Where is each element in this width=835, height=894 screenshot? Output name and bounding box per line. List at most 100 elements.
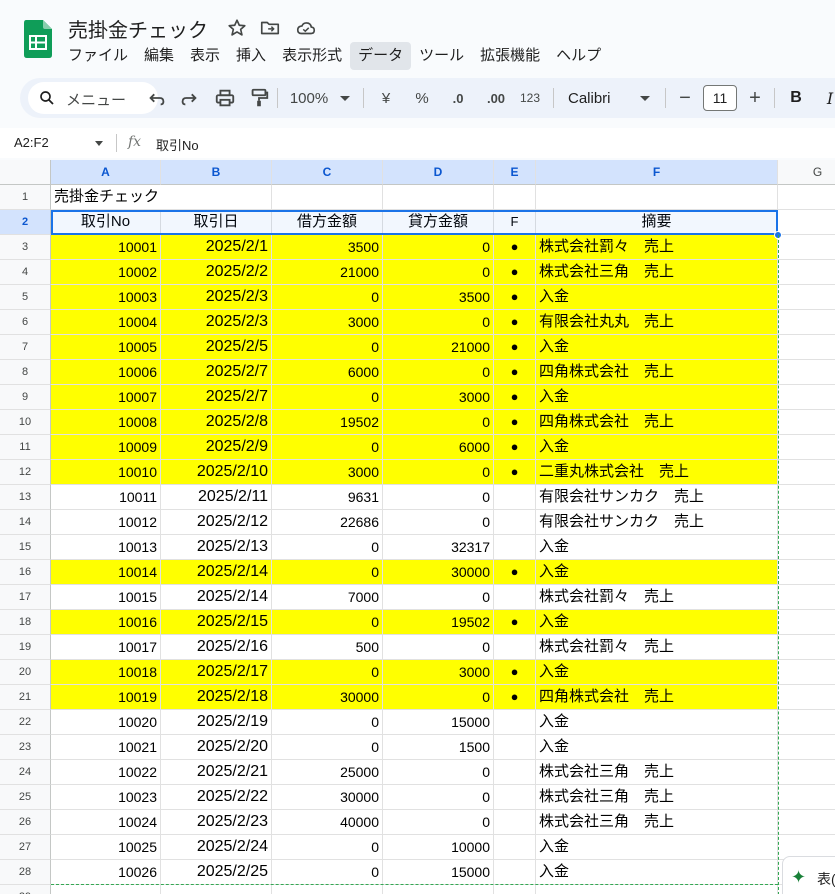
cell-transaction-no[interactable]: 10011 [51,485,161,510]
italic-button[interactable]: I [820,86,835,110]
cell-transaction-date[interactable]: 2025/2/11 [161,485,272,510]
empty-cell[interactable] [778,535,835,560]
cell-debit[interactable]: 9631 [272,485,383,510]
cell-flag[interactable]: ● [494,360,536,385]
increase-font-size-button[interactable]: + [744,86,766,110]
star-icon[interactable] [226,17,248,39]
cell-description[interactable]: 入金 [536,535,778,560]
empty-cell[interactable] [778,710,835,735]
cell-description[interactable]: 株式会社罰々 売上 [536,635,778,660]
cell-debit[interactable]: 19502 [272,410,383,435]
cell-flag[interactable] [494,860,536,885]
cell-description[interactable]: 四角株式会社 売上 [536,685,778,710]
column-header-a[interactable]: A [51,160,161,185]
move-to-folder-icon[interactable] [259,17,281,39]
empty-cell[interactable] [778,560,835,585]
cell-transaction-no[interactable]: 10025 [51,835,161,860]
cell-credit[interactable]: 0 [383,785,494,810]
cell-transaction-date[interactable]: 2025/2/16 [161,635,272,660]
cell-flag[interactable] [494,710,536,735]
sheets-logo-icon[interactable] [24,20,52,58]
row-header[interactable]: 8 [0,360,51,385]
cell-description[interactable]: 株式会社三角 売上 [536,810,778,835]
cell-description[interactable]: 二重丸株式会社 売上 [536,460,778,485]
cell-flag[interactable]: ● [494,335,536,360]
cell-transaction-date[interactable]: 2025/2/10 [161,460,272,485]
cell-description[interactable]: 入金 [536,285,778,310]
cell-flag[interactable] [494,735,536,760]
cell-transaction-no[interactable]: 10004 [51,310,161,335]
empty-cell[interactable] [778,335,835,360]
cell-transaction-date[interactable]: 2025/2/13 [161,535,272,560]
cell-flag[interactable]: ● [494,310,536,335]
decrease-decimal-button[interactable]: .0 [444,86,472,110]
empty-cell[interactable] [272,185,383,210]
cell-flag[interactable]: ● [494,410,536,435]
row-header[interactable]: 26 [0,810,51,835]
cell-transaction-date[interactable]: 2025/2/14 [161,560,272,585]
cell-credit[interactable]: 0 [383,485,494,510]
header-description[interactable]: 摘要 [536,210,778,235]
select-all-corner[interactable] [0,160,51,185]
cell-debit[interactable]: 0 [272,285,383,310]
empty-cell[interactable] [383,185,494,210]
cell-transaction-date[interactable]: 2025/2/14 [161,585,272,610]
cell-debit[interactable]: 500 [272,635,383,660]
cell-flag[interactable] [494,785,536,810]
empty-cell[interactable] [778,485,835,510]
print-icon[interactable] [214,86,236,110]
menu-help[interactable]: ヘルプ [548,42,609,70]
row-header[interactable]: 13 [0,485,51,510]
empty-cell[interactable] [778,460,835,485]
cell-transaction-no[interactable]: 10014 [51,560,161,585]
cell-description[interactable]: 四角株式会社 売上 [536,410,778,435]
cell-description[interactable]: 入金 [536,710,778,735]
cell-description[interactable]: 入金 [536,560,778,585]
currency-format-button[interactable]: ¥ [376,86,396,110]
redo-icon[interactable] [178,86,200,110]
paint-format-icon[interactable] [248,86,270,110]
row-header[interactable]: 1 [0,185,51,210]
empty-cell[interactable] [778,510,835,535]
cell-flag[interactable]: ● [494,285,536,310]
cell-transaction-no[interactable]: 10022 [51,760,161,785]
cell-transaction-date[interactable]: 2025/2/8 [161,410,272,435]
cell-transaction-no[interactable]: 10015 [51,585,161,610]
cell-transaction-date[interactable]: 2025/2/7 [161,360,272,385]
empty-cell[interactable] [778,610,835,635]
empty-cell[interactable] [778,585,835,610]
cell-credit[interactable]: 19502 [383,610,494,635]
row-header[interactable]: 9 [0,385,51,410]
cell-debit[interactable]: 40000 [272,810,383,835]
row-header[interactable]: 27 [0,835,51,860]
cell-transaction-date[interactable]: 2025/2/22 [161,785,272,810]
cell-description[interactable]: 有限会社サンカク 売上 [536,485,778,510]
row-header[interactable]: 15 [0,535,51,560]
cell-credit[interactable]: 15000 [383,860,494,885]
column-header-g[interactable]: G [778,160,835,185]
cell-flag[interactable]: ● [494,660,536,685]
cell-debit[interactable]: 30000 [272,785,383,810]
cell-debit[interactable]: 0 [272,535,383,560]
empty-cell[interactable] [778,435,835,460]
row-header[interactable]: 4 [0,260,51,285]
percent-format-button[interactable]: % [412,86,432,110]
cell-debit[interactable]: 6000 [272,360,383,385]
column-header-f[interactable]: F [536,160,778,185]
column-header-e[interactable]: E [494,160,536,185]
cell-transaction-date[interactable]: 2025/2/7 [161,385,272,410]
zoom-select[interactable]: 100% [286,86,332,110]
row-header[interactable]: 19 [0,635,51,660]
empty-cell[interactable] [778,385,835,410]
menu-view[interactable]: 表示 [182,42,228,70]
header-transaction-date[interactable]: 取引日 [161,210,272,235]
cell-transaction-date[interactable]: 2025/2/5 [161,335,272,360]
cell-transaction-date[interactable]: 2025/2/20 [161,735,272,760]
cell-credit[interactable]: 32317 [383,535,494,560]
cell-debit[interactable]: 22686 [272,510,383,535]
cell-transaction-no[interactable]: 10019 [51,685,161,710]
cell-flag[interactable] [494,510,536,535]
cell-credit[interactable]: 15000 [383,710,494,735]
cell-credit[interactable]: 0 [383,260,494,285]
menu-extensions[interactable]: 拡張機能 [472,42,548,70]
